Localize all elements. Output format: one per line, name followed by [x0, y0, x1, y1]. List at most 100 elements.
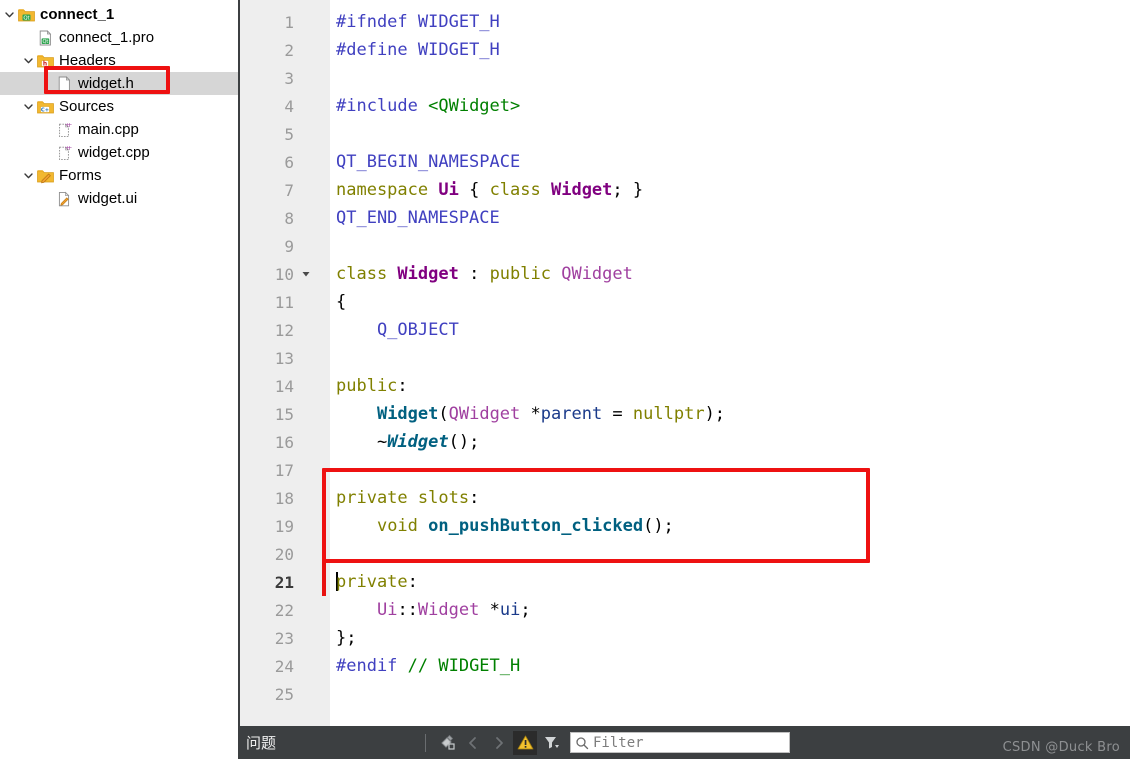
headers-folder-icon: h [35, 53, 55, 69]
code-line[interactable]: 5 [240, 120, 1130, 148]
tree-item-forms[interactable]: Forms [0, 164, 238, 187]
code-line[interactable]: 25 [240, 680, 1130, 708]
csdn-watermark: CSDN @Duck Bro [1002, 740, 1120, 755]
prev-issue-icon[interactable] [461, 731, 485, 755]
chevron-down-icon[interactable] [2, 9, 16, 20]
next-issue-icon[interactable] [487, 731, 511, 755]
line-number: 16 [274, 432, 294, 452]
code-line[interactable]: 2 #define WIDGET_H [240, 36, 1130, 64]
code-line[interactable]: 15 Widget(QWidget *parent = nullptr); [240, 400, 1130, 428]
tree-item-connect-1[interactable]: Qt connect_1 [0, 3, 238, 26]
change-marker [322, 344, 326, 372]
code-line[interactable]: 18 private slots: [240, 484, 1130, 512]
code-line[interactable]: 23}; [240, 624, 1130, 652]
change-marker [322, 540, 326, 568]
code-line[interactable]: 6 QT_BEGIN_NAMESPACE [240, 148, 1130, 176]
line-number: 13 [274, 348, 294, 368]
line-number: 18 [274, 488, 294, 508]
line-number: 8 [284, 208, 294, 228]
tree-item-widget-ui[interactable]: widget.ui [0, 187, 238, 210]
chevron-down-icon[interactable] [21, 170, 35, 181]
line-number: 17 [274, 460, 294, 480]
code-line[interactable]: 20 [240, 540, 1130, 568]
code-line[interactable]: 3 [240, 64, 1130, 92]
line-number: 11 [274, 292, 294, 312]
code-line[interactable]: 11 { [240, 288, 1130, 316]
filter-funnel-icon[interactable] [539, 731, 563, 755]
code-line[interactable]: 7 namespace Ui { class Widget; } [240, 176, 1130, 204]
code-line[interactable]: 12 Q_OBJECT [240, 316, 1130, 344]
chevron-down-icon[interactable] [21, 55, 35, 66]
tree-item-main-cpp[interactable]: + + main.cpp [0, 118, 238, 141]
change-marker [322, 456, 326, 484]
cpp-file-icon: + + [54, 122, 74, 138]
change-marker [322, 120, 326, 148]
code-line-text: }; [336, 628, 357, 648]
code-line-text: namespace Ui { class Widget; } [336, 180, 644, 200]
code-line-text: #include <QWidget> [336, 96, 521, 116]
line-number: 21 [274, 572, 294, 592]
tree-item-connect-1-pro[interactable]: Qt connect_1.pro [0, 26, 238, 49]
code-line[interactable]: 16 ~Widget(); [240, 428, 1130, 456]
code-line[interactable]: 21 private: [240, 568, 1130, 596]
code-line-text: { [336, 292, 347, 312]
tree-item-label: widget.h [78, 75, 134, 92]
header-file-icon [54, 75, 74, 92]
change-marker [322, 680, 326, 708]
clear-issues-icon[interactable] [435, 731, 459, 755]
sources-folder-icon: C+ [35, 99, 55, 115]
tree-item-widget-h[interactable]: widget.h [0, 72, 238, 95]
tree-item-headers[interactable]: h Headers [0, 49, 238, 72]
code-editor[interactable]: 1 #ifndef WIDGET_H 2 #define WIDGET_H 3 4 #inc… [240, 0, 1130, 759]
code-line[interactable]: 14 public: [240, 372, 1130, 400]
code-line[interactable]: 8 QT_END_NAMESPACE [240, 204, 1130, 232]
code-line[interactable]: 1 #ifndef WIDGET_H [240, 8, 1130, 36]
tree-item-label: connect_1.pro [59, 29, 155, 46]
tree-item-label: Headers [59, 52, 116, 69]
svg-text:+: + [66, 122, 71, 129]
code-line[interactable]: 4 #include <QWidget> [240, 92, 1130, 120]
warning-filter-icon[interactable] [513, 730, 537, 755]
fold-collapse-icon[interactable] [296, 269, 316, 279]
code-line[interactable]: 24 #endif // WIDGET_H [240, 652, 1130, 680]
code-line[interactable]: 13 [240, 344, 1130, 372]
svg-text:Qt: Qt [42, 38, 48, 44]
line-number: 23 [274, 628, 294, 648]
code-line[interactable]: 10 class Widget : public QWidget [240, 260, 1130, 288]
toolbar-divider [425, 733, 426, 752]
main-body: Qt connect_1 Qt connect_1.pro h Headers widget… [0, 0, 1130, 759]
tree-item-widget-cpp[interactable]: + + widget.cpp [0, 141, 238, 164]
line-number: 2 [284, 40, 294, 60]
code-line-text: void on_pushButton_clicked(); [376, 516, 674, 536]
line-number: 15 [274, 404, 294, 424]
code-line[interactable]: 17 [240, 456, 1130, 484]
tree-item-label: connect_1 [40, 6, 115, 23]
issues-filter-box[interactable]: Filter [570, 732, 790, 753]
code-line-text: QT_END_NAMESPACE [336, 208, 500, 228]
issues-pane-title[interactable]: 问题 [246, 732, 276, 753]
search-icon [576, 736, 589, 749]
line-number: 5 [284, 124, 294, 144]
tree-item-sources[interactable]: C+ Sources [0, 95, 238, 118]
code-content[interactable]: 1 #ifndef WIDGET_H 2 #define WIDGET_H 3 4 #inc… [240, 0, 1130, 708]
code-line-text: ~Widget(); [336, 432, 480, 452]
change-marker [322, 232, 326, 260]
tree-item-label: Sources [59, 98, 115, 115]
code-line-text: QT_BEGIN_NAMESPACE [336, 152, 521, 172]
code-line-text: #ifndef WIDGET_H [336, 12, 500, 32]
forms-folder-icon [35, 168, 55, 184]
project-tree-panel[interactable]: Qt connect_1 Qt connect_1.pro h Headers widget… [0, 0, 238, 759]
qt-creator-window: Qt connect_1 Qt connect_1.pro h Headers widget… [0, 0, 1130, 759]
code-line-text: public: [336, 376, 408, 396]
code-line[interactable]: 9 [240, 232, 1130, 260]
line-number: 10 [274, 264, 294, 284]
chevron-down-icon[interactable] [21, 101, 35, 112]
issues-status-bar[interactable]: 问题 Filter [238, 726, 1130, 759]
line-number: 3 [284, 68, 294, 88]
code-line[interactable]: 22 Ui::Widget *ui; [240, 596, 1130, 624]
code-line-text: private: [336, 572, 418, 592]
cpp-file-icon: + + [54, 145, 74, 161]
project-tree[interactable]: Qt connect_1 Qt connect_1.pro h Headers widget… [0, 3, 238, 210]
svg-text:h: h [42, 60, 46, 67]
code-line[interactable]: 19 void on_pushButton_clicked(); [240, 512, 1130, 540]
